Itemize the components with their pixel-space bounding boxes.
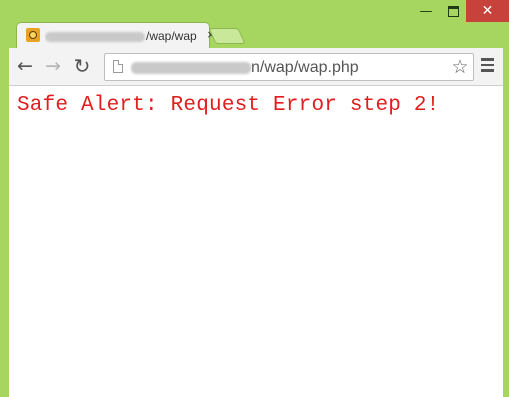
browser-toolbar: ← → ↻ n/wap/wap.php ☆: [9, 48, 503, 86]
redacted-domain: [131, 61, 251, 74]
forward-button[interactable]: →: [42, 56, 64, 76]
maximize-button[interactable]: [440, 0, 466, 22]
close-window-button[interactable]: ✕: [466, 0, 509, 22]
page-content: Safe Alert: Request Error step 2!: [9, 86, 503, 397]
address-bar[interactable]: n/wap/wap.php ☆: [104, 53, 474, 81]
reload-button[interactable]: ↻: [71, 56, 93, 76]
page-icon: [113, 60, 123, 73]
tab-title-text: /wap/wap: [146, 29, 197, 43]
minimize-button[interactable]: —: [412, 0, 440, 22]
tab-title: /wap/wap: [45, 28, 199, 44]
back-button[interactable]: ←: [14, 56, 36, 76]
favicon-icon: [26, 28, 40, 42]
browser-window: — ✕ /wap/wap × ← → ↻ n/wap/wap.php ☆ Saf…: [0, 0, 509, 397]
bookmark-star-icon[interactable]: ☆: [449, 56, 471, 78]
error-message: Safe Alert: Request Error step 2!: [17, 94, 440, 117]
url-text[interactable]: n/wap/wap.php: [131, 58, 359, 78]
new-tab-button[interactable]: [208, 28, 246, 44]
redacted-domain: [45, 31, 145, 42]
url-path: n/wap/wap.php: [251, 59, 359, 76]
browser-tab[interactable]: /wap/wap ×: [16, 22, 215, 48]
menu-icon[interactable]: [481, 58, 495, 74]
maximize-icon: [447, 5, 459, 17]
